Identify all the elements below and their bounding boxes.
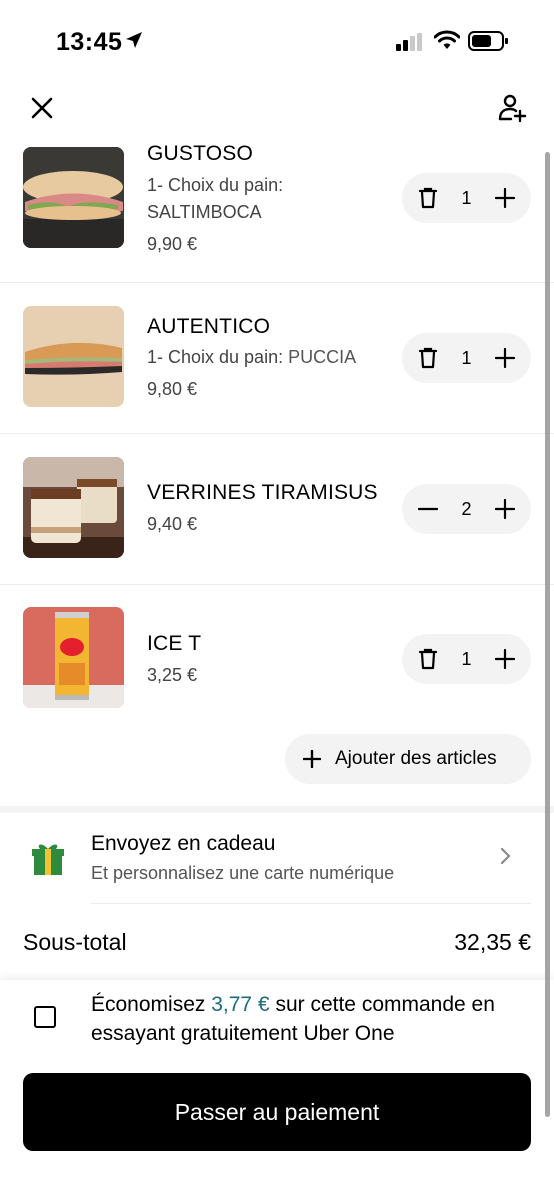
trash-icon [418,187,438,209]
scrollbar[interactable] [545,152,550,1117]
subtotal-value: 32,35 € [454,929,531,955]
add-person-button[interactable] [494,90,530,126]
item-image [23,457,124,558]
remove-item-button[interactable] [406,333,450,383]
gift-divider [91,903,531,904]
uber-one-promo-text: Économisez 3,77 € sur cette commande en … [91,990,531,1048]
item-image [23,147,124,248]
item-image [23,607,124,708]
item-option-label: 1- Choix du pain: [147,175,284,195]
quantity-value: 1 [461,348,472,368]
quantity-stepper: 1 [402,333,531,383]
promo-amount: 3,77 € [211,993,270,1016]
item-divider [0,282,554,283]
subtotal-label: Sous-total [23,929,127,955]
item-option: 1- Choix du pain: PUCCIA [147,347,356,368]
item-price: 9,90 € [147,234,198,254]
item-name: AUTENTICO [147,315,271,338]
checkout-label: Passer au paiement [174,1098,380,1125]
add-person-icon [498,94,527,123]
add-articles-label: Ajouter des articles [335,748,497,769]
increase-quantity-button[interactable] [483,173,527,223]
item-price: 9,80 € [147,379,198,399]
gift-title: Envoyez en cadeau [91,832,276,855]
cellular-signal-icon [396,33,424,56]
trash-icon [418,347,438,369]
increase-quantity-button[interactable] [483,333,527,383]
item-name: ICE T [147,632,202,655]
item-option-label: 1- Choix du pain: [147,347,284,367]
increase-quantity-button[interactable] [483,484,527,534]
section-divider [0,806,554,813]
minus-icon [418,507,438,511]
promo-prefix: Économisez [91,993,212,1016]
item-name: VERRINES TIRAMISUS [147,481,378,504]
plus-icon [303,750,321,768]
item-name: GUSTOSO [147,142,254,165]
close-icon [31,97,53,119]
status-bar: 13:45 [0,0,554,80]
item-price: 3,25 € [147,665,198,685]
quantity-value: 2 [461,499,472,519]
item-divider [0,433,554,434]
wifi-icon [433,30,461,55]
remove-item-button[interactable] [406,634,450,684]
quantity-stepper: 1 [402,173,531,223]
battery-icon [468,31,510,56]
quantity-value: 1 [461,649,472,669]
plus-icon [495,348,515,368]
checkout-button[interactable]: Passer au paiement [23,1073,531,1151]
gift-icon [32,842,64,881]
decrease-quantity-button[interactable] [406,484,450,534]
checkout-panel: Économisez 3,77 € sur cette commande en … [0,980,554,1200]
item-price: 9,40 € [147,514,198,534]
item-option-value: PUCCIA [288,347,357,367]
item-option-value: SALTIMBOCA [147,202,262,222]
item-divider [0,584,554,585]
plus-icon [495,499,515,519]
plus-icon [495,188,515,208]
uber-one-checkbox[interactable] [34,1006,56,1028]
add-articles-button[interactable]: Ajouter des articles [285,734,531,784]
gift-subtitle: Et personnalisez une carte numérique [91,863,395,883]
location-arrow-icon [124,30,144,55]
close-button[interactable] [26,92,58,124]
quantity-value: 1 [461,188,472,208]
increase-quantity-button[interactable] [483,634,527,684]
chevron-right-icon [498,846,512,871]
trash-icon [418,648,438,670]
plus-icon [495,649,515,669]
quantity-stepper: 1 [402,634,531,684]
send-as-gift-row[interactable]: Envoyez en cadeau Et personnalisez une c… [0,814,554,904]
item-image [23,306,124,407]
remove-item-button[interactable] [406,173,450,223]
status-time: 13:45 [56,28,123,56]
quantity-stepper: 2 [402,484,531,534]
